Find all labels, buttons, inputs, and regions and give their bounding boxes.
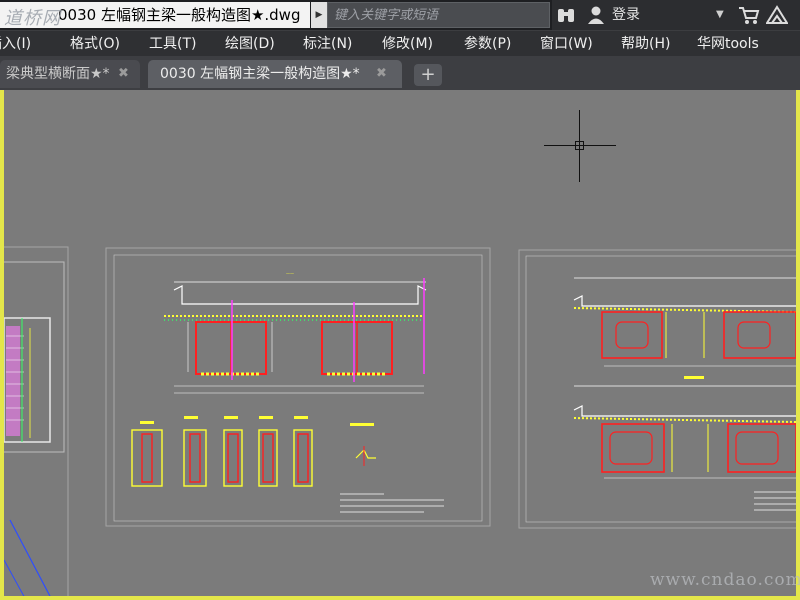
tab-main-girder[interactable]: 0030 左幅钢主梁一般构造图★* ✖ [148,60,402,88]
menu-modify[interactable]: 修改(M) [382,31,433,57]
menu-bar: 插入(I) 格式(O) 工具(T) 绘图(D) 标注(N) 修改(M) 参数(P… [0,30,800,57]
chevron-down-icon[interactable]: ▼ [716,5,724,25]
menu-tools[interactable]: 工具(T) [149,31,196,57]
drawing-graphics: —— [4,246,796,596]
tab-cross-section[interactable]: 梁典型横断面★* ✖ [0,60,140,88]
menu-help[interactable]: 帮助(H) [621,31,670,57]
user-icon[interactable] [586,5,606,25]
binoculars-icon[interactable] [556,5,576,25]
menu-parametric[interactable]: 参数(P) [464,31,511,57]
chevron-right-icon[interactable]: ▶ [311,2,327,28]
cad-crosshair-cursor [544,110,616,182]
menu-window[interactable]: 窗口(W) [540,31,593,57]
add-tab-icon[interactable]: + [414,64,442,86]
close-icon[interactable]: ✖ [118,60,129,88]
menu-draw[interactable]: 绘图(D) [225,31,275,57]
drawing-canvas[interactable]: —— [4,90,796,596]
menu-dimension[interactable]: 标注(N) [303,31,352,57]
menu-huawang-tools[interactable]: 华网tools [697,31,759,57]
title-bar: 0030 左幅钢主梁一般构造图★.dwg 道桥网 ▶ 键入关键字或短语 登录 ▼ [0,0,800,30]
tab-label: 0030 左幅钢主梁一般构造图★* [160,66,360,82]
search-input[interactable]: 键入关键字或短语 [327,2,550,28]
cart-icon[interactable] [738,5,760,25]
svg-text:——: —— [286,271,294,276]
tab-label: 梁典型横断面★* [6,66,110,82]
menu-insert[interactable]: 插入(I) [0,31,31,57]
file-tab-bar: 梁典型横断面★* ✖ 0030 左幅钢主梁一般构造图★* ✖ + [0,56,800,90]
autodesk-icon[interactable] [765,5,789,25]
watermark-site: www.cndao.com [650,570,800,590]
close-icon[interactable]: ✖ [376,60,387,88]
login-link[interactable]: 登录 [612,5,640,25]
watermark-logo: 道桥网 [4,8,61,29]
menu-format[interactable]: 格式(O) [70,31,120,57]
